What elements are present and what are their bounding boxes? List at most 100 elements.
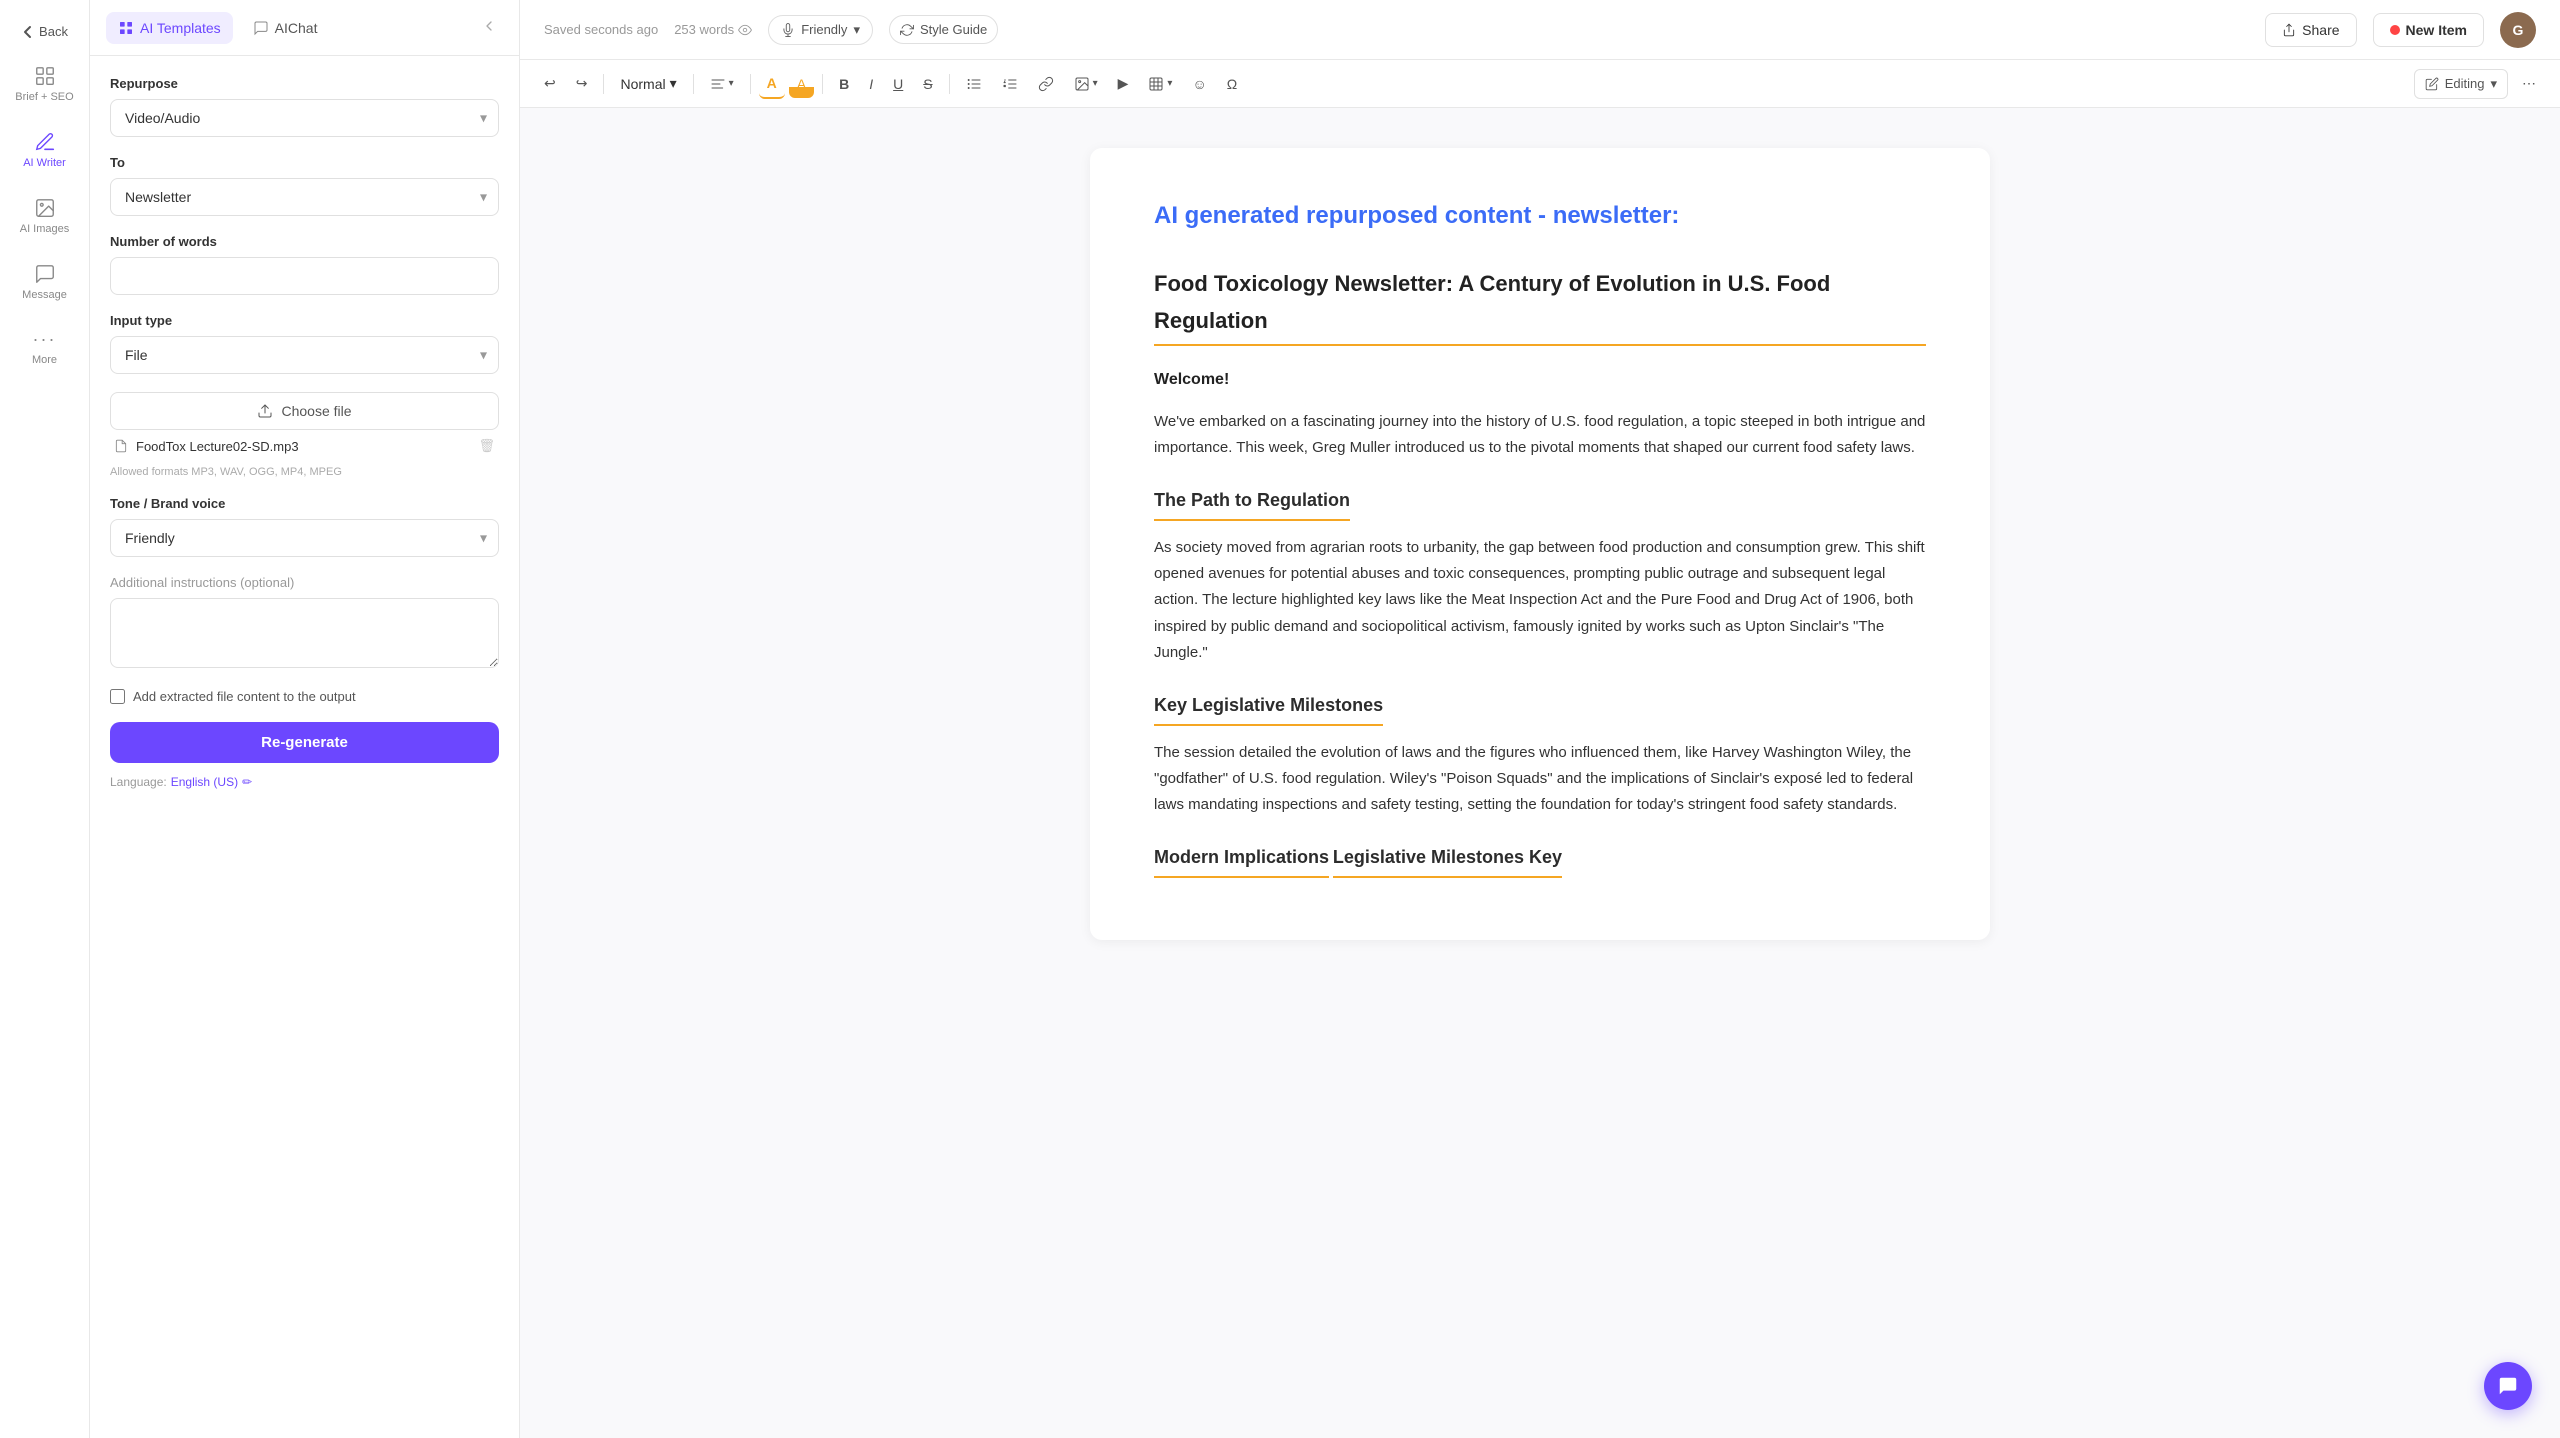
- align-button[interactable]: ▾: [702, 70, 742, 98]
- bullet-list-icon: [966, 76, 982, 92]
- back-label: Back: [39, 24, 68, 39]
- sidebar-message-label: Message: [22, 289, 67, 301]
- new-item-label: New Item: [2406, 22, 2467, 38]
- input-type-select[interactable]: File URL Text: [110, 336, 499, 374]
- repurpose-select-wrapper: Video/Audio Blog Post Podcast Social Med…: [110, 99, 499, 137]
- style-guide-button[interactable]: Style Guide: [889, 15, 998, 44]
- doc-title[interactable]: AI generated repurposed content - newsle…: [1154, 196, 1926, 237]
- align-left-icon: [710, 76, 726, 92]
- toolbar-divider-2: [693, 74, 694, 94]
- tone-selector[interactable]: Friendly ▾: [768, 15, 873, 45]
- italic-button[interactable]: I: [861, 70, 881, 98]
- file-formats-text: Allowed formats MP3, WAV, OGG, MP4, MPEG: [110, 466, 499, 478]
- extract-checkbox[interactable]: [110, 689, 125, 704]
- left-nav: Back Brief + SEO AI Writer AI Images Mes…: [0, 0, 90, 1438]
- sidebar-item-brief-seo[interactable]: Brief + SEO: [7, 55, 82, 113]
- style-chevron-icon: ▾: [670, 75, 677, 92]
- top-bar-meta: Saved seconds ago 253 words Friendly ▾: [544, 15, 2249, 45]
- chat-bubble-icon: [2497, 1375, 2519, 1397]
- chat-bubble-button[interactable]: [2484, 1362, 2532, 1410]
- message-icon: [34, 263, 56, 285]
- regenerate-button[interactable]: Re-generate: [110, 722, 499, 763]
- new-item-button[interactable]: New Item: [2373, 13, 2484, 47]
- words-field: Number of words 200: [110, 234, 499, 295]
- repurpose-select[interactable]: Video/Audio Blog Post Podcast Social Med…: [110, 99, 499, 137]
- text-color-button[interactable]: A: [759, 69, 785, 99]
- table-button[interactable]: ▾: [1140, 70, 1180, 98]
- language-edit-icon[interactable]: ✏: [242, 775, 252, 789]
- toolbar-divider-3: [750, 74, 751, 94]
- sidebar-item-ai-images[interactable]: AI Images: [7, 187, 82, 245]
- more-options-button[interactable]: ⋯: [2514, 69, 2544, 98]
- checkbox-label: Add extracted file content to the output: [133, 689, 356, 704]
- undo-button[interactable]: ↩: [536, 69, 564, 98]
- sidebar-item-ai-writer[interactable]: AI Writer: [7, 121, 82, 179]
- sidebar-item-more[interactable]: ··· More: [7, 319, 82, 376]
- redo-button[interactable]: ↪: [568, 69, 596, 98]
- doc-section2-title[interactable]: Key Legislative Milestones: [1154, 690, 1383, 726]
- to-select[interactable]: Newsletter Blog Post Social Post Email: [110, 178, 499, 216]
- share-button[interactable]: Share: [2265, 13, 2356, 47]
- back-button[interactable]: Back: [5, 16, 85, 47]
- ordered-list-button[interactable]: [994, 70, 1026, 98]
- play-button[interactable]: ▶: [1110, 69, 1137, 98]
- share-icon: [2282, 23, 2296, 37]
- special-char-button[interactable]: Ω: [1219, 70, 1245, 98]
- strikethrough-button[interactable]: S: [915, 70, 940, 98]
- editor-content: AI generated repurposed content - newsle…: [1090, 148, 1990, 940]
- emoji-button[interactable]: ☺: [1184, 70, 1214, 98]
- aichat-tab-label: AIChat: [275, 20, 318, 36]
- doc-h2[interactable]: Food Toxicology Newsletter: A Century of…: [1154, 265, 1926, 346]
- tab-aichat[interactable]: AIChat: [241, 12, 330, 44]
- image-button[interactable]: ▾: [1066, 70, 1106, 98]
- image-toolbar-icon: [1074, 76, 1090, 92]
- editor-area: AI generated repurposed content - newsle…: [520, 108, 2560, 1438]
- input-type-label: Input type: [110, 313, 499, 328]
- to-field: To Newsletter Blog Post Social Post Emai…: [110, 155, 499, 216]
- instructions-textarea[interactable]: [110, 598, 499, 668]
- repurpose-field: Repurpose Video/Audio Blog Post Podcast …: [110, 76, 499, 137]
- doc-intro-paragraph[interactable]: We've embarked on a fascinating journey …: [1154, 409, 1926, 462]
- link-icon: [1038, 76, 1054, 92]
- language-row: Language: English (US) ✏: [110, 775, 499, 789]
- editing-dropdown[interactable]: Editing ▾: [2414, 69, 2508, 99]
- tone-select[interactable]: Friendly Professional Casual Formal: [110, 519, 499, 557]
- words-input[interactable]: 200: [110, 257, 499, 295]
- more-dots-icon: ···: [33, 329, 57, 350]
- language-value[interactable]: English (US): [171, 775, 238, 789]
- table-icon: [1148, 76, 1164, 92]
- table-chevron-icon: ▾: [1167, 78, 1172, 89]
- doc-section1-paragraph[interactable]: As society moved from agrarian roots to …: [1154, 535, 1926, 666]
- panel-collapse-button[interactable]: [475, 12, 503, 43]
- pencil-icon: [2425, 77, 2439, 91]
- doc-section2-paragraph[interactable]: The session detailed the evolution of la…: [1154, 740, 1926, 819]
- tone-value: Friendly: [801, 22, 847, 37]
- choose-file-label: Choose file: [281, 403, 351, 419]
- checkbox-row: Add extracted file content to the output: [110, 689, 499, 704]
- instructions-label: Additional instructions (optional): [110, 575, 499, 590]
- choose-file-field: Choose file FoodTox Lecture02-SD.mp3 🗑 A…: [110, 392, 499, 478]
- doc-milestones-key[interactable]: Legislative Milestones Key: [1333, 842, 1562, 878]
- file-delete-button[interactable]: 🗑: [478, 438, 495, 454]
- sidebar-item-message[interactable]: Message: [7, 253, 82, 311]
- doc-section3-title[interactable]: Modern Implications: [1154, 842, 1329, 878]
- file-item: FoodTox Lecture02-SD.mp3 🗑: [110, 430, 499, 462]
- bullet-list-button[interactable]: [958, 70, 990, 98]
- tab-ai-templates[interactable]: AI Templates: [106, 12, 233, 44]
- file-name: FoodTox Lecture02-SD.mp3: [136, 439, 299, 454]
- saved-status: Saved seconds ago: [544, 22, 658, 37]
- doc-section1-title[interactable]: The Path to Regulation: [1154, 485, 1350, 521]
- tone-label: Tone / Brand voice: [110, 496, 499, 511]
- highlight-button[interactable]: A: [789, 70, 814, 98]
- sidebar-ai-writer-label: AI Writer: [23, 157, 66, 169]
- link-button[interactable]: [1030, 70, 1062, 98]
- editing-label-text: Editing: [2445, 76, 2485, 91]
- toolbar-divider-1: [603, 74, 604, 94]
- toolbar-right: Editing ▾ ⋯: [2414, 69, 2544, 99]
- bold-button[interactable]: B: [831, 70, 857, 98]
- underline-button[interactable]: U: [885, 70, 911, 98]
- style-dropdown[interactable]: Normal ▾: [612, 70, 684, 97]
- top-bar: Saved seconds ago 253 words Friendly ▾: [520, 0, 2560, 60]
- microphone-icon: [781, 23, 795, 37]
- choose-file-button[interactable]: Choose file: [110, 392, 499, 430]
